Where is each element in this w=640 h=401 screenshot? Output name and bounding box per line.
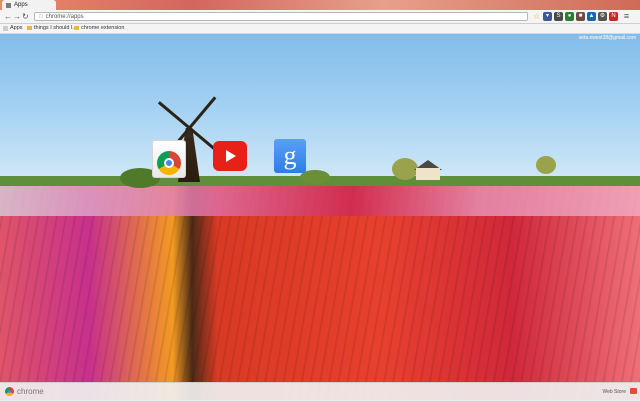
forward-icon[interactable]: → — [13, 12, 21, 21]
app-youtube[interactable] — [213, 141, 247, 171]
web-store-icon[interactable] — [630, 388, 637, 394]
tab-strip: Apps — [0, 0, 640, 10]
tulip-field-far — [0, 186, 640, 216]
extension-icon[interactable]: ▲ — [587, 12, 596, 21]
menu-icon[interactable]: ≡ — [622, 12, 631, 21]
bookmarks-bar: Apps things I should l... chrome extensi… — [0, 24, 640, 34]
farmhouse — [416, 168, 440, 180]
web-store-link[interactable]: Web Store — [602, 389, 626, 395]
extension-icon[interactable]: ■ — [576, 12, 585, 21]
tab-title: Apps — [14, 2, 28, 8]
extension-icon[interactable]: ▾ — [543, 12, 552, 21]
address-bar[interactable]: □ chrome://apps — [34, 12, 528, 21]
reload-icon[interactable]: ↻ — [22, 12, 29, 21]
app-google-search[interactable]: g — [274, 139, 306, 173]
google-icon: g — [283, 141, 297, 170]
tree — [392, 158, 418, 180]
chrome-logo-icon — [5, 387, 14, 396]
extension-icon[interactable]: S — [554, 12, 563, 21]
extension-icon[interactable]: ⚙ — [598, 12, 607, 21]
toolbar: ← → ↻ □ chrome://apps ☆ ▾ S ● ■ ▲ ⚙ N ≡ — [0, 10, 640, 24]
bookmark-label: chrome extension — [81, 25, 125, 31]
back-icon[interactable]: ← — [4, 12, 12, 21]
star-icon[interactable]: ☆ — [532, 12, 541, 21]
folder-icon — [74, 26, 79, 30]
app-chrome-web-store[interactable] — [152, 140, 186, 178]
chrome-icon — [157, 151, 181, 175]
apps-grid-icon — [3, 25, 8, 31]
bookmark-folder[interactable]: things I should l... — [27, 25, 77, 31]
youtube-icon — [226, 150, 236, 162]
bottom-bar: chrome Web Store — [0, 382, 640, 401]
address-bar-url: chrome://apps — [45, 13, 84, 20]
tab-apps[interactable]: Apps — [2, 0, 56, 10]
background-scene — [0, 0, 640, 400]
chrome-brand: chrome — [17, 387, 44, 396]
folder-icon — [27, 26, 32, 30]
bookmark-apps[interactable]: Apps — [3, 25, 23, 31]
extension-icon[interactable]: ● — [565, 12, 574, 21]
bookmark-label: Apps — [10, 25, 23, 31]
account-email[interactable]: seta.ewest38@gmail.com — [579, 35, 636, 41]
extension-icon[interactable]: N — [609, 12, 618, 21]
page-icon: □ — [39, 13, 43, 20]
tree — [536, 156, 556, 174]
tulip-field — [0, 186, 640, 400]
bookmark-label: things I should l... — [34, 25, 77, 31]
apps-tab-icon — [6, 2, 11, 8]
bookmark-folder[interactable]: chrome extension — [74, 25, 124, 31]
